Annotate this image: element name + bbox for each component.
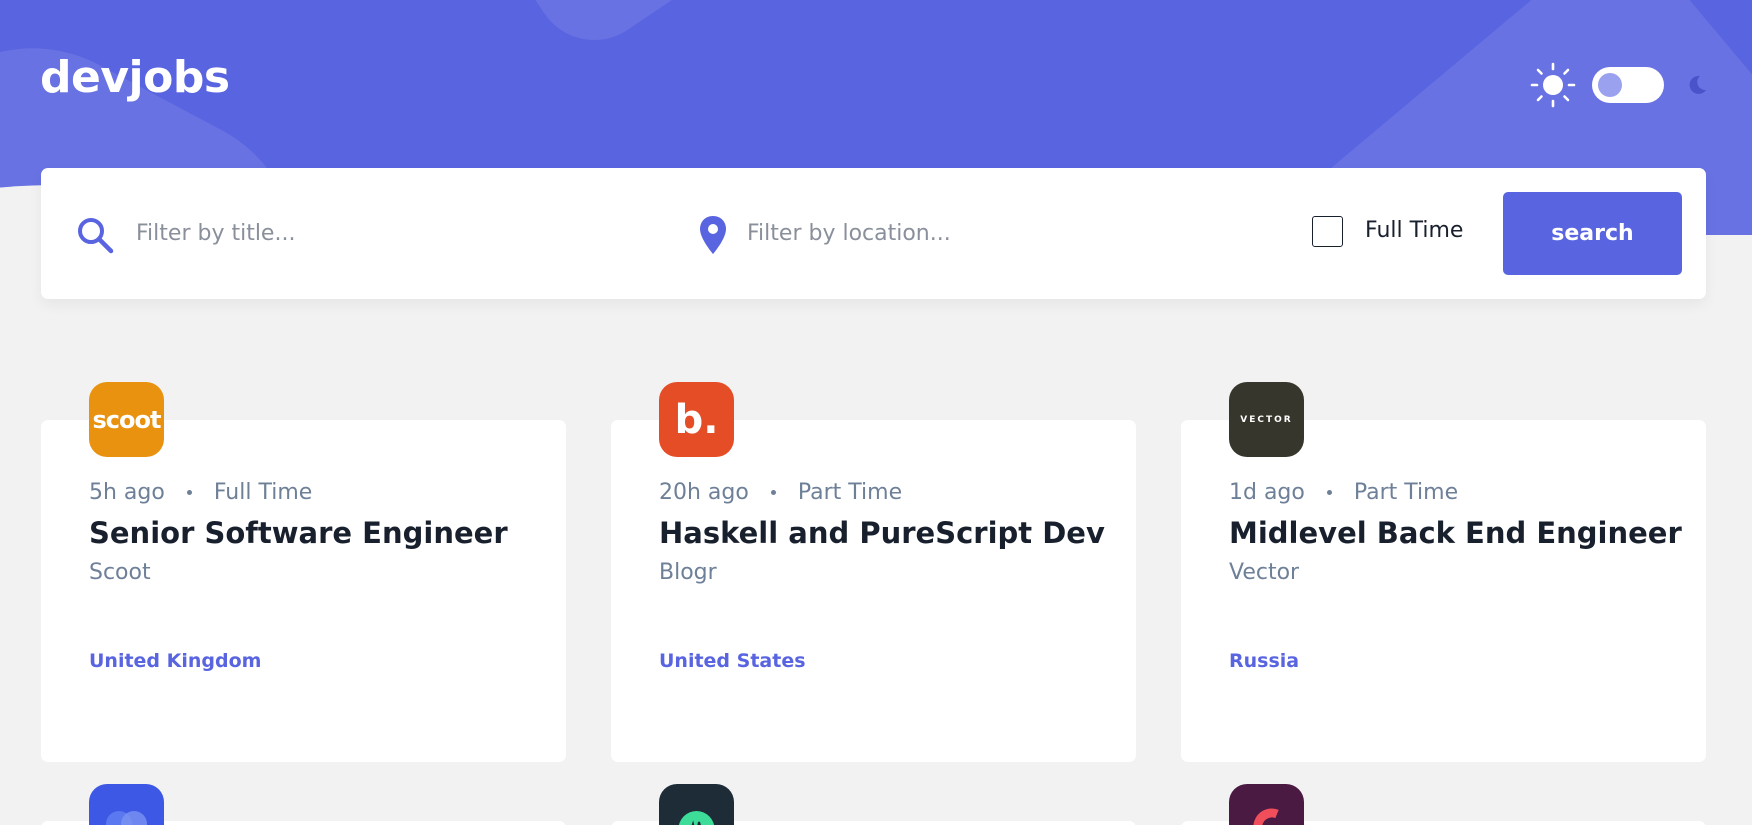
search-bar: Full Time search <box>41 168 1706 299</box>
company-name: Vector <box>1229 560 1300 585</box>
job-location: United States <box>659 650 806 672</box>
c-letter-icon <box>1253 808 1279 825</box>
search-button[interactable]: search <box>1503 192 1682 275</box>
divider <box>655 168 656 299</box>
separator-dot <box>186 490 192 495</box>
job-title[interactable]: Midlevel Back End Engineer <box>1229 516 1682 550</box>
job-location: Russia <box>1229 650 1300 672</box>
job-location: United Kingdom <box>89 650 262 672</box>
waveform-icon <box>678 811 715 825</box>
contract-type: Part Time <box>797 480 903 505</box>
toggle-knob <box>1598 73 1622 97</box>
theme-switcher <box>1530 62 1708 108</box>
posted-at: 20h ago <box>659 480 749 505</box>
job-meta: 1d ago Part Time <box>1229 480 1458 505</box>
posted-at: 5h ago <box>89 480 165 505</box>
moon-icon <box>1689 75 1706 94</box>
contract-type: Part Time <box>1353 480 1459 505</box>
company-logo-vector: VECTOR <box>1229 382 1304 457</box>
company-logo <box>1229 784 1304 825</box>
separator-dot <box>1326 490 1332 495</box>
company-logo-blogr: b. <box>659 382 734 457</box>
company-logo-text: scoot <box>92 405 162 434</box>
search-icon <box>78 218 114 254</box>
job-meta: 20h ago Part Time <box>659 480 902 505</box>
title-filter-input[interactable] <box>136 210 616 256</box>
contract-type: Full Time <box>213 480 313 505</box>
company-name: Scoot <box>89 560 151 585</box>
location-filter-input[interactable] <box>747 210 1227 256</box>
company-logo <box>659 784 734 825</box>
header-decoration <box>360 0 827 64</box>
job-meta: 5h ago Full Time <box>89 480 312 505</box>
overlap-circles-icon <box>106 811 147 825</box>
sun-icon <box>1530 62 1576 108</box>
job-card[interactable]: b. 20h ago Part Time Haskell and PureScr… <box>611 382 1136 762</box>
company-logo-scoot: scoot <box>89 382 164 457</box>
fulltime-label[interactable]: Full Time <box>1365 218 1463 243</box>
job-card[interactable]: VECTOR 1d ago Part Time Midlevel Back En… <box>1181 382 1706 762</box>
page: devjobs Filter by title... Filter by loc… <box>0 0 1752 825</box>
job-card[interactable]: scoot 5h ago Full Time Senior Software E… <box>41 382 566 762</box>
theme-toggle[interactable] <box>1592 67 1664 103</box>
separator-dot <box>770 490 776 495</box>
company-logo-text: VECTOR <box>1240 414 1293 425</box>
posted-at: 1d ago <box>1229 480 1305 505</box>
fulltime-checkbox[interactable] <box>1312 216 1343 247</box>
company-logo <box>89 784 164 825</box>
company-logo-text: b. <box>674 396 719 443</box>
site-logo[interactable]: devjobs <box>40 52 230 103</box>
location-pin-icon <box>700 216 726 254</box>
job-title[interactable]: Senior Software Engineer <box>89 516 508 550</box>
company-name: Blogr <box>659 560 717 585</box>
job-title[interactable]: Haskell and PureScript Dev <box>659 516 1105 550</box>
